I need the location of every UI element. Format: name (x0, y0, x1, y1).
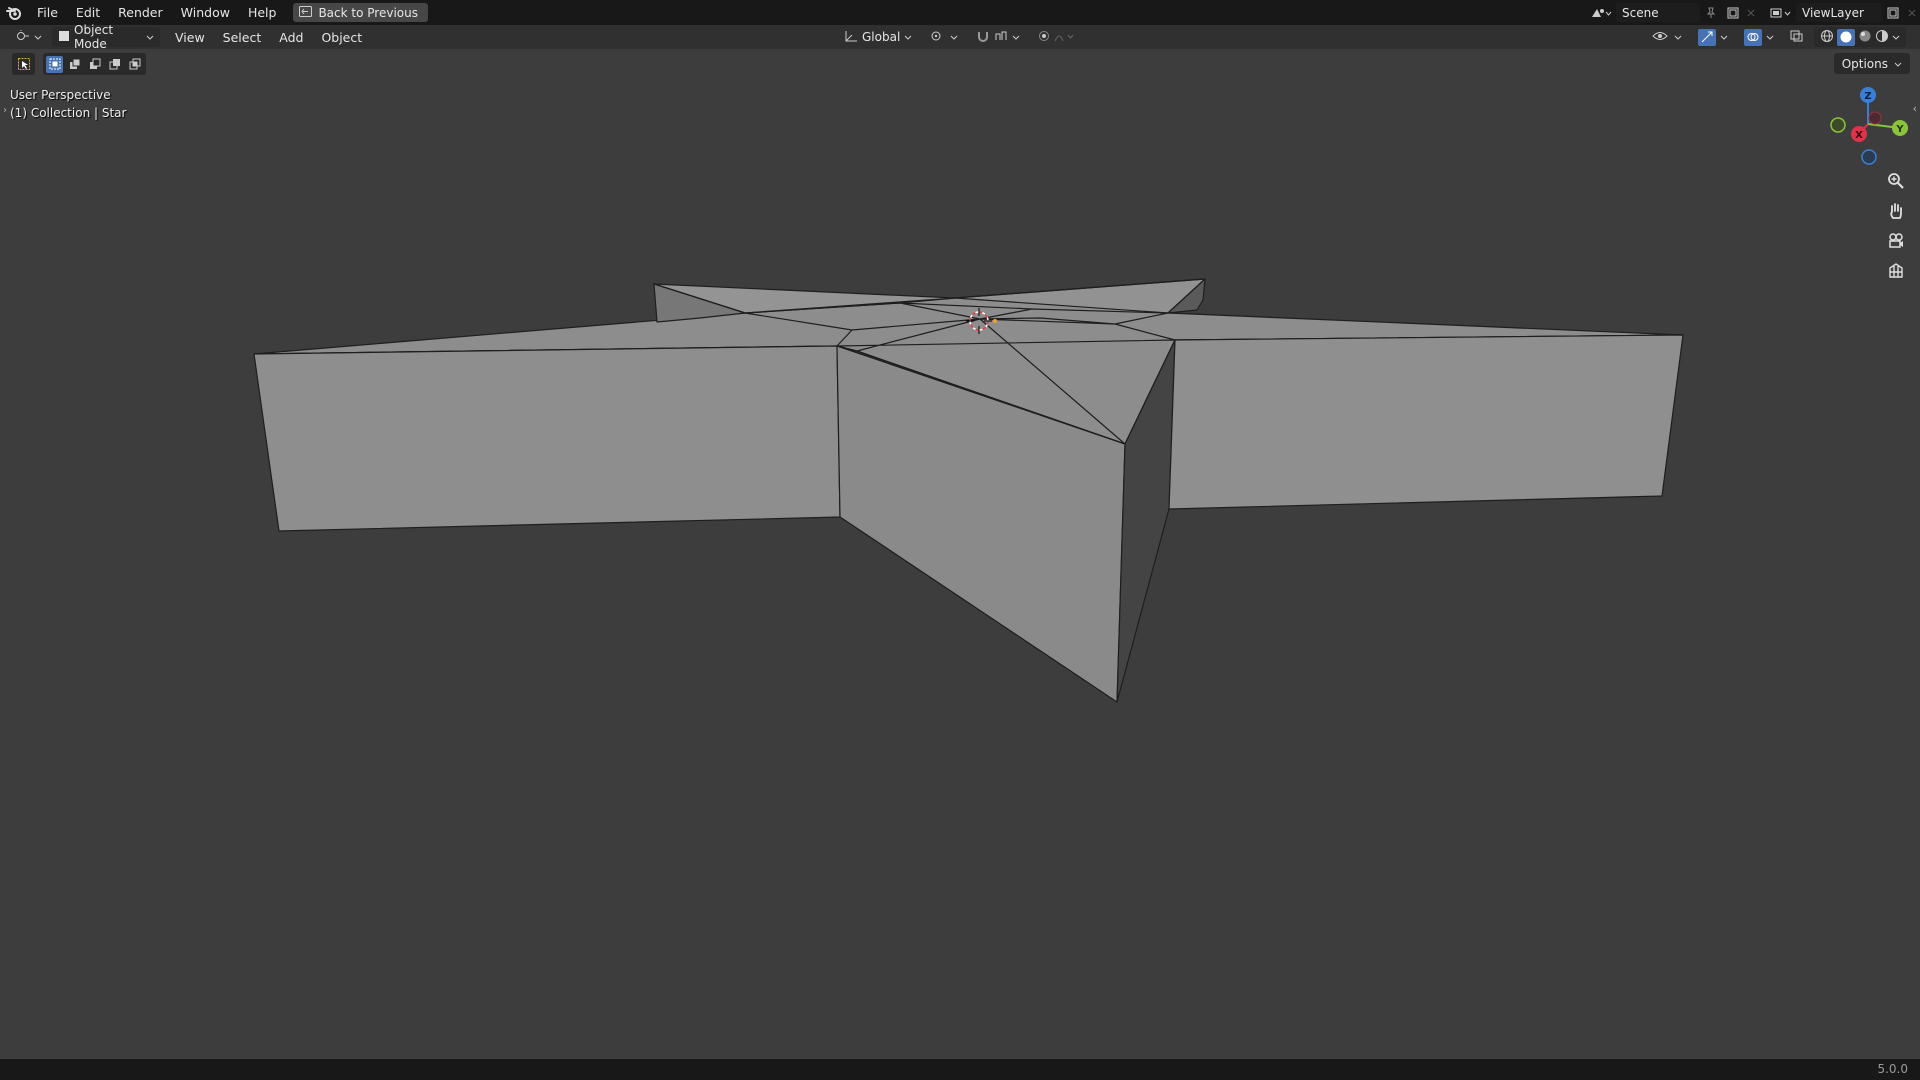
viewport-nav-buttons (1882, 170, 1910, 282)
blender-logo-icon[interactable] (0, 0, 28, 25)
proportional-editing-toggle[interactable] (1032, 27, 1082, 47)
zoom-icon[interactable] (1882, 170, 1910, 192)
transform-orientation-selector[interactable]: Global (838, 27, 918, 47)
gizmo-neg-y-icon[interactable] (1830, 117, 1846, 133)
gizmo-z-label: Z (1864, 91, 1871, 102)
view-layer-name: ViewLayer (1802, 5, 1864, 20)
camera-view-icon[interactable] (1882, 230, 1910, 252)
object-origin (993, 319, 997, 323)
menu-add[interactable]: Add (270, 30, 312, 45)
view-layer-field[interactable]: ViewLayer (1796, 3, 1882, 22)
new-scene-icon[interactable] (1722, 3, 1744, 22)
magnet-icon (976, 30, 990, 45)
ortho-grid-icon[interactable] (1882, 260, 1910, 282)
gizmo-toggle[interactable] (1692, 27, 1734, 47)
scene-selector-icon[interactable] (1586, 3, 1616, 22)
back-to-previous-label: Back to Previous (318, 5, 418, 20)
menu-help[interactable]: Help (239, 0, 286, 25)
viewport-header: Object Mode View Select Add Object Globa… (0, 23, 1920, 51)
menu-file[interactable]: File (28, 0, 67, 25)
orientation-axes-icon (844, 30, 858, 45)
back-to-previous-button[interactable]: Back to Previous (293, 3, 428, 22)
visibility-selector[interactable] (1646, 27, 1688, 47)
orientation-label: Global (862, 30, 901, 44)
falloff-curve-icon (1054, 30, 1076, 45)
editor-type-selector[interactable] (10, 27, 48, 47)
pin-icon[interactable] (1700, 3, 1722, 22)
material-preview-shading-icon[interactable] (1858, 29, 1872, 46)
scene-name-field[interactable]: Scene (1616, 3, 1700, 22)
gizmo-neg-x-icon[interactable] (1868, 111, 1882, 125)
version-label: 5.0.0 (1877, 1062, 1908, 1076)
chevron-down-icon (34, 30, 42, 44)
chevron-down-icon (1674, 30, 1682, 44)
rendered-shading-icon[interactable] (1875, 29, 1889, 46)
wireframe-shading-icon[interactable] (1820, 29, 1834, 46)
screen-back-icon (299, 5, 313, 20)
chevron-down-icon[interactable] (1892, 30, 1900, 44)
snap-target-icon (994, 30, 1008, 45)
menu-select[interactable]: Select (214, 30, 271, 45)
sidebar-toggle-icon[interactable]: ‹ (1913, 102, 1917, 115)
pivot-point-icon (930, 30, 946, 45)
solid-shading-icon[interactable] (1837, 28, 1855, 46)
view-name-label: User Perspective (10, 88, 111, 102)
menu-object[interactable]: Object (312, 30, 371, 45)
xray-icon (1790, 30, 1804, 45)
menu-render[interactable]: Render (109, 0, 172, 25)
eye-pointer-icon (1652, 30, 1670, 45)
overlays-toggle[interactable] (1738, 27, 1780, 47)
collection-label: (1) Collection | Star (10, 106, 127, 120)
scene-name: Scene (1622, 5, 1659, 20)
star-side-left (253, 345, 841, 532)
chevron-down-icon (1012, 30, 1020, 44)
star-mesh[interactable] (253, 278, 1684, 703)
chevron-down-icon (904, 30, 912, 44)
menu-window[interactable]: Window (172, 0, 239, 25)
top-bar: File Edit Render Window Help Back to Pre… (0, 0, 1920, 25)
snap-toggle[interactable] (970, 27, 1026, 47)
chevron-down-icon (1720, 30, 1728, 44)
delete-scene-icon[interactable] (1744, 3, 1758, 22)
viewport-editor-icon (16, 29, 30, 45)
status-bar: 5.0.0 (0, 1059, 1920, 1080)
star-side-right (1168, 334, 1684, 510)
new-view-layer-icon[interactable] (1882, 3, 1904, 22)
expand-arrow-icon[interactable]: › (3, 105, 7, 116)
pivot-point-selector[interactable] (924, 27, 964, 47)
menu-view[interactable]: View (166, 30, 214, 45)
chevron-down-icon (950, 30, 958, 44)
viewport-3d[interactable] (0, 49, 1920, 1059)
chevron-down-icon (1766, 30, 1774, 44)
view-layer-selector-icon[interactable] (1766, 3, 1796, 22)
chevron-down-icon (146, 30, 154, 44)
object-mode-icon (58, 30, 70, 45)
gizmo-icon (1698, 28, 1716, 46)
overlays-icon (1744, 28, 1762, 46)
pan-hand-icon[interactable] (1882, 200, 1910, 222)
menu-edit[interactable]: Edit (67, 0, 109, 25)
gizmo-neg-z-icon[interactable] (1861, 149, 1877, 165)
gizmo-x-label: X (1855, 130, 1863, 141)
shading-mode-group (1814, 27, 1906, 47)
viewport-info: User Perspective (1) Collection | Star (10, 86, 126, 122)
xray-toggle[interactable] (1784, 27, 1810, 47)
gizmo-y-label: Y (1895, 124, 1904, 135)
proportional-edit-icon (1038, 30, 1050, 45)
mode-label: Object Mode (74, 23, 114, 51)
mode-selector[interactable]: Object Mode (52, 23, 160, 51)
navigation-gizmo[interactable]: Z X Y (1820, 82, 1916, 166)
delete-view-layer-icon[interactable] (1904, 3, 1920, 22)
